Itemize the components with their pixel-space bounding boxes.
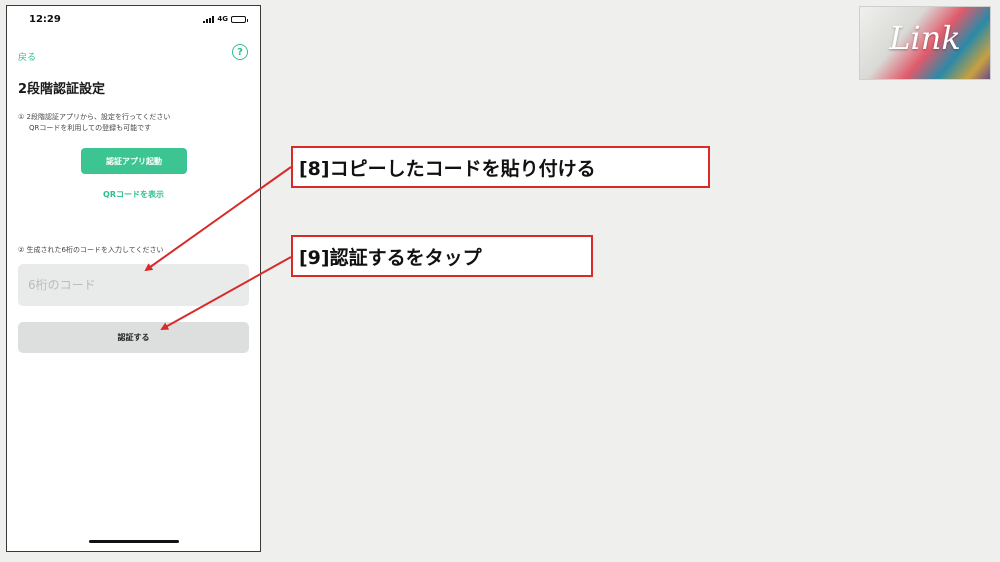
battery-icon	[231, 15, 248, 23]
status-icons: 4G	[203, 15, 248, 23]
logo-text: Link	[889, 19, 961, 57]
callout-step8: [8]コピーしたコードを貼り付ける	[291, 146, 710, 188]
help-icon[interactable]: ?	[232, 44, 248, 60]
home-indicator	[89, 540, 179, 543]
step1-line1: ① 2段階認証アプリから、設定を行ってください	[18, 113, 171, 121]
link-logo: Link	[859, 6, 991, 80]
phone-screen: 12:29 4G 戻る ? 2段階認証設定 ① 2段階認証アプリから、設定を行っ…	[6, 5, 261, 552]
verify-button[interactable]: 認証する	[18, 322, 249, 353]
status-time: 12:29	[29, 14, 61, 25]
code-input[interactable]	[18, 264, 249, 306]
open-auth-app-button[interactable]: 認証アプリ起動	[81, 148, 187, 174]
step1-instructions: ① 2段階認証アプリから、設定を行ってください QRコードを利用しての登録も可能…	[18, 112, 250, 134]
step2-instructions: ② 生成された6桁のコードを入力してください	[18, 246, 164, 254]
page-title: 2段階認証設定	[18, 82, 106, 97]
show-qr-link[interactable]: QRコードを表示	[7, 189, 260, 200]
status-bar: 12:29 4G	[7, 6, 260, 34]
signal-icon	[203, 15, 215, 23]
callout-step9: [9]認証するをタップ	[291, 235, 593, 277]
network-label: 4G	[217, 15, 228, 23]
back-link[interactable]: 戻る	[18, 50, 36, 63]
step1-line2: QRコードを利用しての登録も可能です	[29, 124, 152, 132]
